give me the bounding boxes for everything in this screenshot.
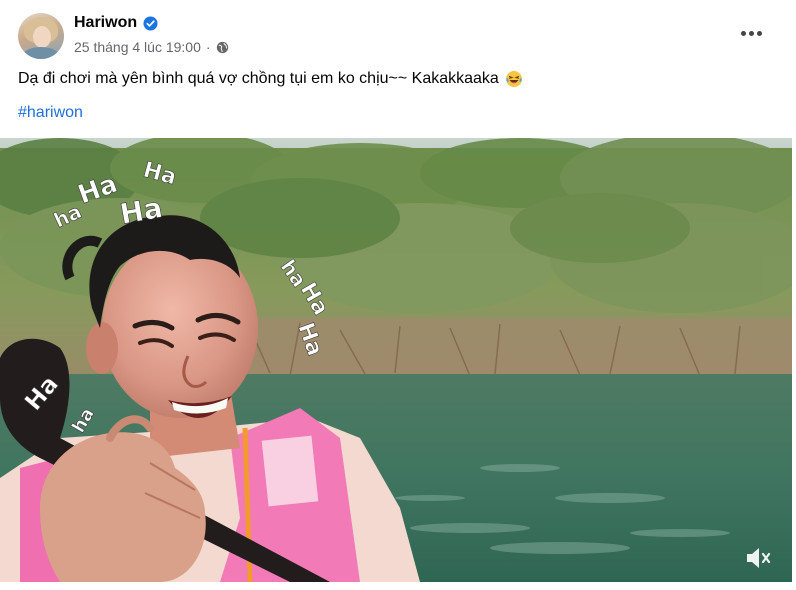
hashtag-link[interactable]: #hariwon xyxy=(18,104,83,122)
author-row: Hariwon xyxy=(74,14,158,32)
globe-icon[interactable] xyxy=(216,41,229,54)
facebook-post: Hariwon 25 tháng 4 lúc 19:00 · Dạ đi chơ… xyxy=(0,0,796,590)
video-frame: ha Ha Ha Ha ha Ha Ha Ha ha xyxy=(0,138,792,582)
post-meta: 25 tháng 4 lúc 19:00 · xyxy=(74,39,229,55)
laughing-with-tears-emoji xyxy=(505,71,522,87)
more-options-icon xyxy=(740,30,746,36)
verified-badge-icon xyxy=(143,15,158,31)
more-options-button[interactable] xyxy=(734,20,768,46)
meta-separator: · xyxy=(205,39,211,55)
post-caption: Dạ đi chơi mà yên bình quá vợ chồng tụi … xyxy=(18,70,499,87)
post-timestamp[interactable]: 25 tháng 4 lúc 19:00 xyxy=(74,39,201,55)
author-avatar[interactable] xyxy=(18,13,64,59)
post-video[interactable]: ha Ha Ha Ha ha Ha Ha Ha ha xyxy=(0,138,792,582)
author-name[interactable]: Hariwon xyxy=(74,14,137,32)
post-text: Dạ đi chơi mà yên bình quá vợ chồng tụi … xyxy=(18,70,523,88)
muted-speaker-icon[interactable] xyxy=(742,544,772,572)
